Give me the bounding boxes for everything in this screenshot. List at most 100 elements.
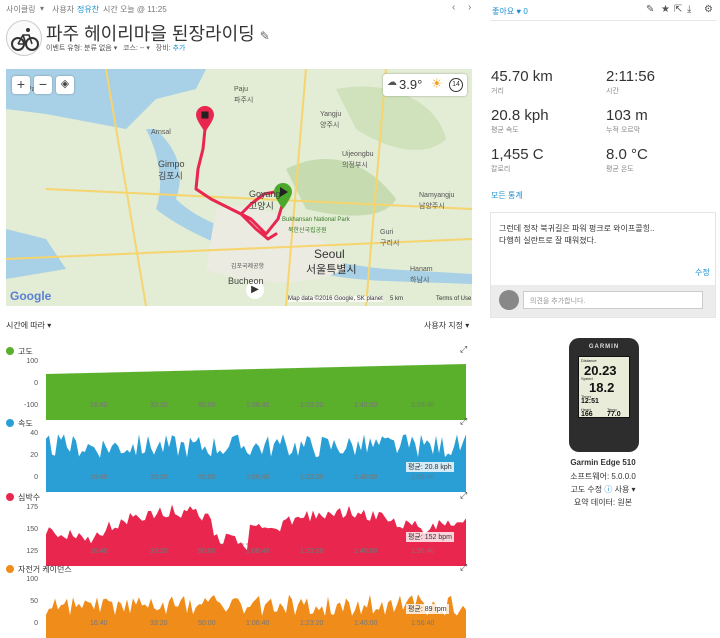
comment-bar: 의견을 추가합니다. — [491, 285, 715, 317]
chart-3: 자전거 케이던스 ⤢ 100 50 0 16:40 33:20 50:00 1:06:40 1:2… — [6, 560, 472, 638]
stat-item: 1,455 C 칼로리 — [491, 146, 544, 174]
x-tick-label: 1:56:40 — [411, 620, 435, 627]
zoom-out-button[interactable]: − — [34, 76, 52, 94]
x-tick-label: 1:23:20 — [300, 620, 324, 627]
avatar — [499, 290, 519, 310]
comment-input[interactable]: 의견을 추가합니다. — [523, 291, 703, 309]
all-stats-link[interactable]: 모든 통계 — [491, 190, 523, 201]
map-label-namyangju-ko: 남양주시 — [419, 203, 445, 210]
gear-label: 장비: — [155, 45, 171, 52]
description-line-1: 그런데 정작 북귀길은 파워 펑크로 와이프콜힝.. — [499, 224, 655, 233]
route-map[interactable]: ▶ Paju Paju 파주시 Yangju 양주시 Gimpo 김포시 Uij… — [6, 69, 472, 306]
map-label-guri-ko: 구리시 — [380, 240, 400, 247]
x-tick-label: 33:20 — [150, 474, 168, 481]
map-label-goyang: Goyang — [249, 189, 281, 199]
map-label-bukhansan: Bukhansan National Park — [282, 217, 350, 223]
category-label[interactable]: 사이클링 — [6, 4, 35, 15]
chart-area[interactable] — [6, 356, 472, 420]
map-label-goyang-ko: 고양시 — [249, 201, 274, 211]
prev-arrow-icon[interactable]: ‹ — [452, 2, 455, 13]
map-label-paju: Paju — [234, 86, 249, 93]
user-name-link[interactable]: 정유찬 — [77, 4, 99, 15]
x-tick-label: 1:06:40 — [246, 474, 270, 481]
pencil-edit-icon[interactable]: ✎ — [260, 29, 270, 43]
expand-icon[interactable]: ⤢ — [460, 562, 467, 573]
weather-widget[interactable]: ☁ 3.9° ☀ 14 — [383, 74, 467, 96]
next-arrow-icon[interactable]: › — [468, 2, 471, 13]
map-label-yangju-ko: 양주시 — [320, 122, 340, 129]
map-terms-link[interactable]: Terms of Use — [436, 296, 471, 302]
x-tick-label: 1:56:40 — [411, 402, 435, 409]
map-label-hanam: Hanam — [410, 266, 433, 273]
stat-item: 103 m 누적 오르막 — [606, 107, 648, 135]
stat-item: 8.0 °C 평균 온도 — [606, 146, 648, 174]
course-select[interactable]: 코스: -- — [123, 45, 144, 52]
layers-icon[interactable]: ◈ — [56, 76, 74, 94]
x-tick-label: 1:23:20 — [300, 402, 324, 409]
like-button[interactable]: 좋아요 ♥ 0 — [492, 6, 528, 17]
screen-speed: 18.2 — [589, 380, 615, 395]
screen-temp: 77.0 — [607, 411, 621, 418]
x-tick-label: 50:00 — [198, 474, 216, 481]
chart-area[interactable] — [6, 574, 472, 638]
activity-header-bar: 사이클링 ▾ 사용자 정유찬 시간 오늘 @ 11:25 ‹ › — [0, 0, 480, 18]
chart-area[interactable] — [6, 428, 472, 492]
custom-charts-select[interactable]: 사용자 지정 ▾ — [424, 320, 469, 331]
edit-description-link[interactable]: 수정 — [695, 267, 710, 278]
gear-icon[interactable]: ⚙ — [704, 4, 713, 15]
x-tick-label: 1:40:00 — [354, 548, 378, 555]
chart-area[interactable] — [6, 502, 472, 566]
description-line-2: 다행히 실란트로 잘 때워졌다. — [499, 236, 597, 245]
event-type-select[interactable]: 이벤트 유형: 분류 없음 — [46, 45, 112, 52]
series-dot — [6, 347, 14, 355]
weather-temp: 3.9° — [399, 77, 423, 92]
axis-mode-select[interactable]: 시간에 따라 ▾ — [6, 320, 51, 331]
stat-label: 평균 온도 — [606, 166, 634, 173]
x-tick-label: 1:06:40 — [246, 548, 270, 555]
map-label-gimpo: Gimpo — [158, 159, 185, 169]
chevron-down-icon[interactable]: ▾ — [40, 4, 44, 13]
day-badge: 14 — [449, 78, 463, 92]
map-label-gimpo-airport: 김포국제공항 — [231, 264, 265, 270]
share-icon[interactable]: ⇱ — [674, 4, 682, 15]
altitude-correction-select[interactable]: 사용 — [615, 485, 630, 494]
x-tick-label: 1:40:00 — [354, 402, 378, 409]
export-icon[interactable]: ⤓ — [687, 4, 691, 15]
gear-add-link[interactable]: 추가 — [173, 45, 186, 52]
stat-label: 누적 오르막 — [606, 127, 641, 134]
star-icon[interactable]: ★ — [661, 4, 670, 15]
screen-time: 12:51 — [581, 398, 599, 405]
x-tick-label: 33:20 — [150, 548, 168, 555]
screen-hr: 166 — [581, 411, 593, 418]
x-tick-label: 1:56:40 — [411, 474, 435, 481]
sun-icon: ☀ — [431, 76, 443, 91]
stat-value: 2:11:56 — [606, 68, 655, 85]
map-scale: 5 km — [390, 296, 404, 302]
x-tick-label: 16:40 — [90, 620, 108, 627]
x-tick-label: 16:40 — [90, 402, 108, 409]
divider — [490, 20, 716, 21]
stat-label: 거리 — [491, 88, 504, 95]
expand-icon[interactable]: ⤢ — [460, 490, 467, 501]
chart-2: 심박수 ⤢ 175 150 125 16:40 33:20 50:00 1:06:40 1:23:… — [6, 488, 472, 566]
expand-icon[interactable]: ⤢ — [460, 344, 467, 355]
info-icon[interactable]: ⓘ — [604, 485, 612, 494]
series-dot — [6, 419, 14, 427]
series-dot — [6, 565, 14, 573]
cycling-activity-icon — [6, 20, 42, 56]
zoom-in-button[interactable]: + — [12, 76, 30, 94]
cloud-icon: ☁ — [387, 77, 397, 88]
stat-item: 45.70 km 거리 — [491, 68, 553, 96]
stat-item: 20.8 kph 평균 속도 — [491, 107, 549, 135]
map-label-uijeongbu-ko: 의정부시 — [342, 162, 368, 169]
stat-value: 45.70 km — [491, 68, 553, 85]
x-tick-label: 16:40 — [90, 474, 108, 481]
average-label: 평균: 20.8 kph — [406, 462, 454, 472]
expand-icon[interactable]: ⤢ — [460, 416, 467, 427]
activity-meta: 이벤트 유형: 분류 없음 ▾ 코스: -- ▾ 장비: 추가 — [46, 45, 186, 52]
summary-data: 요약 데이터: 원본 — [573, 498, 633, 507]
x-tick-label: 1:06:40 — [246, 620, 270, 627]
stat-value: 103 m — [606, 107, 648, 124]
pencil-icon[interactable]: ✎ — [646, 4, 654, 15]
end-marker-icon[interactable] — [195, 105, 215, 138]
